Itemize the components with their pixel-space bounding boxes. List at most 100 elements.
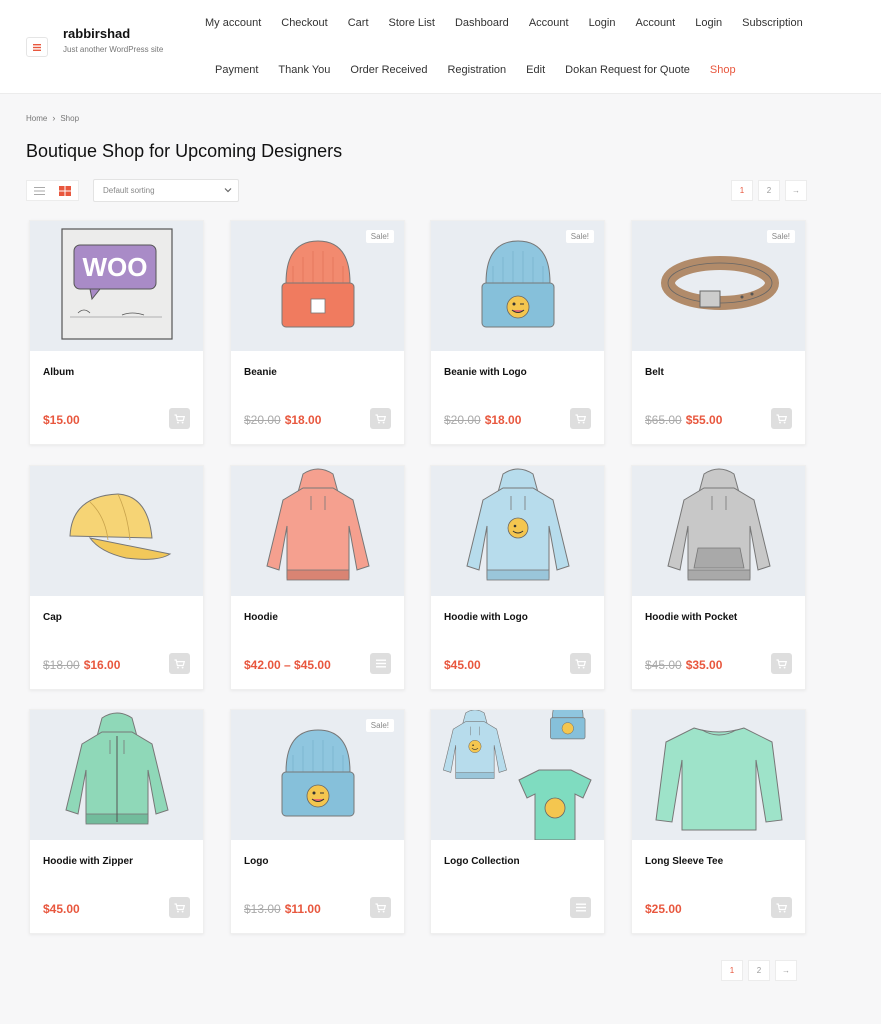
site-title[interactable]: rabbirshad (63, 26, 130, 41)
product-image[interactable] (431, 466, 604, 596)
nav-item-payment[interactable]: Payment (215, 64, 258, 76)
product-name[interactable]: Hoodie with Logo (444, 612, 528, 623)
product-card[interactable]: Logo Collection (430, 709, 605, 934)
product-price: $25.00 (645, 902, 682, 916)
product-image[interactable]: WOO (30, 221, 203, 351)
sale-badge: Sale! (766, 230, 795, 243)
product-card[interactable]: Hoodie with Pocket $45.00 $35.00 (631, 465, 806, 690)
pagination-page-1[interactable]: 1 (721, 960, 743, 981)
svg-text:WOO: WOO (83, 252, 148, 282)
pagination-next-button[interactable]: → (775, 960, 797, 981)
nav-item-login[interactable]: Login (589, 17, 616, 29)
nav-item-order-received[interactable]: Order Received (350, 64, 427, 76)
product-image[interactable] (30, 466, 203, 596)
product-card[interactable]: Sale! Beanie with Logo $20.00 $18.00 (430, 220, 605, 445)
add-to-cart-button[interactable] (771, 653, 792, 674)
product-card[interactable]: Hoodie with Zipper $45.00 (29, 709, 204, 934)
nav-item-my-account[interactable]: My account (205, 17, 261, 29)
breadcrumb-home-link[interactable]: Home (26, 114, 47, 123)
cart-icon (575, 658, 586, 668)
product-image[interactable] (431, 710, 604, 840)
product-card[interactable]: Sale! Logo $13.00 $11.00 (230, 709, 405, 934)
select-options-button[interactable] (370, 653, 391, 674)
product-current-price: $18.00 (284, 413, 322, 427)
cart-icon (375, 902, 386, 912)
product-name[interactable]: Hoodie with Pocket (645, 612, 737, 623)
product-price: $20.00 $18.00 (244, 413, 321, 427)
product-name[interactable]: Hoodie with Zipper (43, 856, 133, 867)
add-to-cart-button[interactable] (570, 653, 591, 674)
product-current-price: $42.00 – $45.00 (244, 658, 331, 672)
pagination-next-button[interactable]: → (785, 180, 807, 201)
product-card[interactable]: Sale! Belt $65.00 $55.00 (631, 220, 806, 445)
primary-nav-row-2: Payment Thank You Order Received Registrati… (215, 64, 756, 76)
product-card[interactable]: Sale! Beanie $20.00 $18.00 (230, 220, 405, 445)
product-name[interactable]: Belt (645, 367, 664, 378)
product-image[interactable] (632, 710, 805, 840)
add-to-cart-button[interactable] (169, 408, 190, 429)
cart-icon (776, 902, 787, 912)
product-card[interactable]: WOO Album $15.00 (29, 220, 204, 445)
product-old-price: $20.00 (444, 413, 481, 427)
nav-item-subscription[interactable]: Subscription (742, 17, 803, 29)
product-price: $45.00 (444, 658, 481, 672)
nav-item-edit[interactable]: Edit (526, 64, 545, 76)
product-old-price: $13.00 (244, 902, 281, 916)
product-card[interactable]: Hoodie with Logo $45.00 (430, 465, 605, 690)
product-old-price: $18.00 (43, 658, 80, 672)
product-card[interactable]: Long Sleeve Tee $25.00 (631, 709, 806, 934)
product-name[interactable]: Long Sleeve Tee (645, 856, 723, 867)
nav-item-dokan-request-for-quote[interactable]: Dokan Request for Quote (565, 64, 690, 76)
grid-view-button[interactable] (53, 181, 79, 200)
add-to-cart-button[interactable] (169, 897, 190, 918)
nav-item-shop[interactable]: Shop (710, 64, 736, 76)
product-image[interactable] (632, 466, 805, 596)
product-old-price: $45.00 (645, 658, 682, 672)
pagination-bottom: 1 2 → (716, 960, 797, 981)
product-name[interactable]: Cap (43, 612, 62, 623)
add-to-cart-button[interactable] (570, 408, 591, 429)
add-to-cart-button[interactable] (771, 897, 792, 918)
nav-item-account[interactable]: Account (529, 17, 569, 29)
nav-item-store-list[interactable]: Store List (389, 17, 435, 29)
add-to-cart-button[interactable] (370, 897, 391, 918)
site-header: rabbirshad Just another WordPress site M… (0, 0, 881, 94)
nav-item-thank-you[interactable]: Thank You (278, 64, 330, 76)
add-to-cart-button[interactable] (771, 408, 792, 429)
breadcrumb-separator: › (52, 113, 56, 123)
select-options-button[interactable] (570, 897, 591, 918)
nav-item-account[interactable]: Account (635, 17, 675, 29)
product-name[interactable]: Beanie (244, 367, 277, 378)
cart-icon (174, 413, 185, 423)
pagination-page-2[interactable]: 2 (758, 180, 780, 201)
hamburger-menu-button[interactable] (26, 37, 48, 57)
view-toggle (26, 180, 79, 201)
breadcrumb: Home › Shop (26, 113, 79, 123)
add-to-cart-button[interactable] (169, 653, 190, 674)
pagination-page-2[interactable]: 2 (748, 960, 770, 981)
product-name[interactable]: Hoodie (244, 612, 278, 623)
nav-item-dashboard[interactable]: Dashboard (455, 17, 509, 29)
sorting-selected-value: Default sorting (103, 186, 155, 195)
list-view-button[interactable] (27, 181, 53, 200)
product-name[interactable]: Logo (244, 856, 268, 867)
nav-item-login[interactable]: Login (695, 17, 722, 29)
add-to-cart-button[interactable] (370, 408, 391, 429)
nav-item-registration[interactable]: Registration (447, 64, 506, 76)
product-old-price: $65.00 (645, 413, 682, 427)
product-price: $15.00 (43, 413, 80, 427)
product-card[interactable]: Cap $18.00 $16.00 (29, 465, 204, 690)
nav-item-cart[interactable]: Cart (348, 17, 369, 29)
product-image[interactable] (30, 710, 203, 840)
product-card[interactable]: Hoodie $42.00 – $45.00 (230, 465, 405, 690)
sorting-select[interactable]: Default sorting (93, 179, 239, 202)
product-image[interactable] (231, 466, 404, 596)
pagination-page-1[interactable]: 1 (731, 180, 753, 201)
product-name[interactable]: Album (43, 367, 74, 378)
product-name[interactable]: Beanie with Logo (444, 367, 527, 378)
primary-nav-row-1: My account Checkout Cart Store List Dashboar… (205, 17, 823, 29)
nav-item-checkout[interactable]: Checkout (281, 17, 327, 29)
cart-icon (776, 658, 787, 668)
cart-icon (776, 413, 787, 423)
product-name[interactable]: Logo Collection (444, 856, 520, 867)
